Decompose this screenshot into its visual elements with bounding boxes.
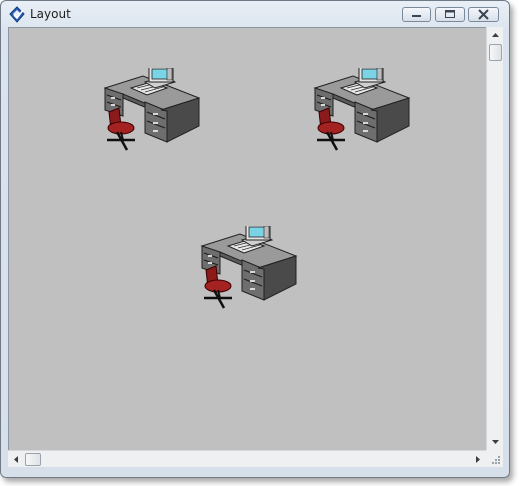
- maximize-button[interactable]: [435, 7, 465, 22]
- minimize-button[interactable]: [402, 7, 431, 22]
- resize-grip-icon: [492, 456, 500, 464]
- minimize-icon: [412, 15, 421, 17]
- layout-window: Layout: [0, 0, 510, 478]
- scroll-right-icon[interactable]: [469, 451, 486, 468]
- scroll-up-icon[interactable]: [487, 27, 504, 44]
- resize-grip[interactable]: [486, 450, 503, 467]
- vertical-scroll-thumb[interactable]: [489, 44, 502, 61]
- close-button[interactable]: [468, 7, 499, 22]
- desk-computer-chair-icon: [198, 226, 298, 316]
- scroll-down-icon[interactable]: [487, 433, 504, 450]
- maximize-icon: [445, 10, 455, 18]
- layout-canvas[interactable]: [8, 27, 486, 450]
- scroll-left-icon[interactable]: [8, 451, 25, 468]
- workstation-1[interactable]: [101, 68, 201, 158]
- vertical-scrollbar[interactable]: [486, 27, 503, 450]
- desk-computer-chair-icon: [101, 68, 201, 158]
- horizontal-scrollbar[interactable]: [8, 450, 486, 467]
- app-logo-icon: [8, 6, 26, 24]
- close-icon: [478, 9, 489, 20]
- workstation-2[interactable]: [311, 68, 411, 158]
- title-bar[interactable]: Layout: [1, 1, 509, 27]
- desk-computer-chair-icon: [311, 68, 411, 158]
- workstation-3[interactable]: [198, 226, 298, 316]
- window-title: Layout: [30, 7, 71, 21]
- horizontal-scroll-thumb[interactable]: [25, 453, 41, 466]
